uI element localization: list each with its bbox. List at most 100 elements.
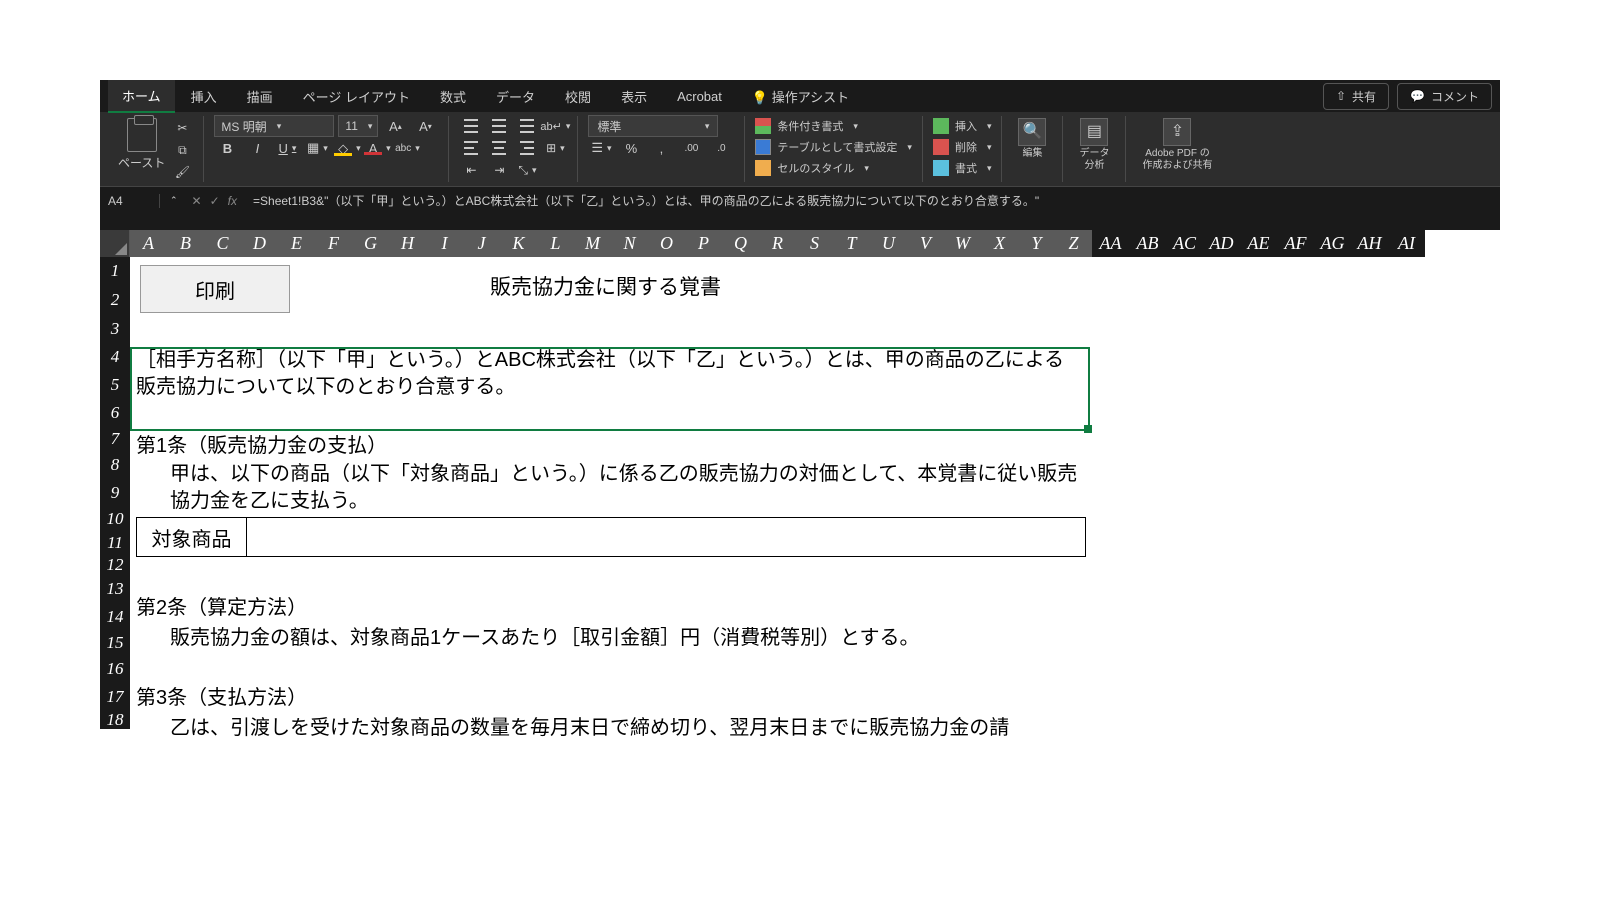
merge-button[interactable]: ⊞▾ xyxy=(543,138,567,158)
column-header[interactable]: Y xyxy=(1018,230,1055,257)
format-cells-button[interactable]: 書式▾ xyxy=(933,158,992,178)
select-all-corner[interactable] xyxy=(100,230,130,257)
percent-button[interactable]: % xyxy=(618,137,644,159)
comments-button[interactable]: 💬 コメント xyxy=(1397,83,1492,110)
tab-formulas[interactable]: 数式 xyxy=(426,81,480,112)
increase-decimal-button[interactable]: .00 xyxy=(678,137,704,159)
format-painter-button[interactable]: 🖌 xyxy=(171,162,193,182)
column-header[interactable]: H xyxy=(389,230,426,257)
column-header[interactable]: A xyxy=(130,230,167,257)
editing-menu-button[interactable]: 🔍 編集 xyxy=(1012,116,1052,162)
data-analysis-button[interactable]: ▤ データ 分析 xyxy=(1073,116,1115,174)
currency-button[interactable]: ☰▾ xyxy=(588,137,614,159)
column-header[interactable]: S xyxy=(796,230,833,257)
column-header[interactable]: G xyxy=(352,230,389,257)
formula-bar[interactable]: =Sheet1!B3&"（以下「甲」という。）とABC株式会社（以下「乙」という… xyxy=(245,192,1500,209)
column-header[interactable]: U xyxy=(870,230,907,257)
column-header[interactable]: W xyxy=(944,230,981,257)
print-button[interactable]: 印刷 xyxy=(140,265,290,313)
row-header[interactable]: 3 xyxy=(100,315,130,343)
column-header[interactable]: C xyxy=(204,230,241,257)
tab-tell-me[interactable]: 💡 操作アシスト xyxy=(738,81,863,112)
conditional-formatting-button[interactable]: 条件付き書式▾ xyxy=(755,116,912,136)
phonetic-button[interactable]: abc▾ xyxy=(394,137,420,159)
increase-indent-button[interactable]: ⇥ xyxy=(487,160,511,180)
chevron-up-down-icon[interactable]: ⌃ xyxy=(164,195,184,206)
column-header[interactable]: Q xyxy=(722,230,759,257)
column-header[interactable]: AD xyxy=(1203,230,1240,257)
decrease-font-button[interactable]: A▾ xyxy=(412,115,438,137)
column-header[interactable]: AF xyxy=(1277,230,1314,257)
table-label-cell[interactable]: 対象商品 xyxy=(137,518,247,556)
row-header[interactable]: 18 xyxy=(100,711,130,729)
copy-button[interactable]: ⧉ xyxy=(171,140,193,160)
tab-acrobat[interactable]: Acrobat xyxy=(663,83,736,110)
insert-cells-button[interactable]: 挿入▾ xyxy=(933,116,992,136)
column-header[interactable]: AH xyxy=(1351,230,1388,257)
row-header[interactable]: 10 xyxy=(100,507,130,531)
column-header[interactable]: T xyxy=(833,230,870,257)
cell-styles-button[interactable]: セルのスタイル▾ xyxy=(755,158,912,178)
cancel-formula-button[interactable]: ✕ xyxy=(192,194,202,208)
row-header[interactable]: 17 xyxy=(100,683,130,711)
align-middle-button[interactable] xyxy=(487,116,511,136)
bold-button[interactable]: B xyxy=(214,137,240,159)
column-header[interactable]: E xyxy=(278,230,315,257)
column-header[interactable]: D xyxy=(241,230,278,257)
name-box[interactable]: A4 xyxy=(100,194,160,208)
cut-button[interactable]: ✂ xyxy=(171,118,193,138)
column-header[interactable]: L xyxy=(537,230,574,257)
column-header[interactable]: M xyxy=(574,230,611,257)
column-header[interactable]: V xyxy=(907,230,944,257)
column-header[interactable]: J xyxy=(463,230,500,257)
row-header[interactable]: 1 xyxy=(100,257,130,285)
column-header[interactable]: AI xyxy=(1388,230,1425,257)
tab-home[interactable]: ホーム xyxy=(108,80,175,113)
tab-review[interactable]: 校閲 xyxy=(551,81,605,112)
fill-handle[interactable] xyxy=(1084,425,1092,433)
column-header[interactable]: O xyxy=(648,230,685,257)
font-color-button[interactable]: A▾ xyxy=(364,137,390,159)
decrease-indent-button[interactable]: ⇤ xyxy=(459,160,483,180)
column-header[interactable]: I xyxy=(426,230,463,257)
row-header[interactable]: 6 xyxy=(100,399,130,427)
row-header[interactable]: 12 xyxy=(100,555,130,575)
column-header[interactable]: P xyxy=(685,230,722,257)
align-bottom-button[interactable] xyxy=(515,116,539,136)
column-header[interactable]: AE xyxy=(1240,230,1277,257)
tab-insert[interactable]: 挿入 xyxy=(177,81,231,112)
align-left-button[interactable] xyxy=(459,138,483,158)
align-top-button[interactable] xyxy=(459,116,483,136)
tab-data[interactable]: データ xyxy=(482,81,549,112)
row-header[interactable]: 4 xyxy=(100,343,130,371)
share-button[interactable]: ⇧ 共有 xyxy=(1323,83,1389,110)
fill-color-button[interactable]: ◇▾ xyxy=(334,137,360,159)
column-header[interactable]: AB xyxy=(1129,230,1166,257)
format-as-table-button[interactable]: テーブルとして書式設定▾ xyxy=(755,137,912,157)
row-header[interactable]: 9 xyxy=(100,479,130,507)
row-header[interactable]: 13 xyxy=(100,575,130,603)
row-header[interactable]: 16 xyxy=(100,655,130,683)
underline-button[interactable]: U▾ xyxy=(274,137,300,159)
row-header[interactable]: 11 xyxy=(100,531,130,555)
row-header[interactable]: 14 xyxy=(100,603,130,631)
row-header[interactable]: 2 xyxy=(100,285,130,315)
decrease-decimal-button[interactable]: .0 xyxy=(708,137,734,159)
tab-draw[interactable]: 描画 xyxy=(233,81,287,112)
cells-area[interactable]: 印刷 販売協力金に関する覚書 ［相手方名称］（以下「甲」という。）とABC株式会… xyxy=(130,257,1500,729)
column-header[interactable]: R xyxy=(759,230,796,257)
increase-font-button[interactable]: A▴ xyxy=(382,115,408,137)
wrap-text-button[interactable]: ab↵▾ xyxy=(543,116,567,136)
table-value-cell[interactable] xyxy=(247,518,1085,556)
column-header[interactable]: AC xyxy=(1166,230,1203,257)
font-name-select[interactable]: MS 明朝▾ xyxy=(214,115,334,137)
comma-button[interactable]: , xyxy=(648,137,674,159)
column-header[interactable]: AA xyxy=(1092,230,1129,257)
adobe-pdf-button[interactable]: ⇪ Adobe PDF の 作成および共有 xyxy=(1136,116,1218,174)
orientation-button[interactable]: ⤡▾ xyxy=(515,160,539,180)
border-button[interactable]: ▦▾ xyxy=(304,137,330,159)
column-header[interactable]: N xyxy=(611,230,648,257)
column-header[interactable]: B xyxy=(167,230,204,257)
row-header[interactable]: 8 xyxy=(100,451,130,479)
paste-button[interactable]: ペースト xyxy=(114,116,169,173)
